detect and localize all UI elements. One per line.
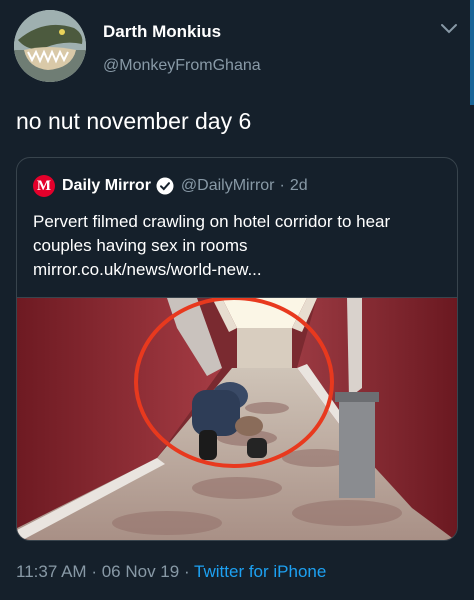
quoted-handle[interactable]: @DailyMirror <box>181 177 275 195</box>
quoted-tweet-text: Pervert filmed crawling on hotel corrido… <box>33 210 445 282</box>
tweet-time[interactable]: 11:37 AM <box>16 562 87 581</box>
verified-badge-icon <box>156 177 174 195</box>
separator-dot: · <box>91 562 97 581</box>
avatar[interactable] <box>14 10 86 82</box>
separator-dot: · <box>183 562 190 581</box>
display-name[interactable]: Darth Monkius <box>103 22 221 42</box>
tweet-header: Darth Monkius @MonkeyFromGhana <box>0 0 474 105</box>
quoted-timestamp[interactable]: 2d <box>290 177 308 195</box>
chevron-down-icon[interactable] <box>440 22 458 36</box>
quoted-tweet-header: M Daily Mirror @DailyMirror · 2d <box>33 174 308 198</box>
hotel-corridor-photo <box>17 296 457 540</box>
quoted-link[interactable]: mirror.co.uk/news/world-new... <box>33 258 445 282</box>
tweet-text: no nut november day 6 <box>16 108 252 134</box>
quoted-tweet[interactable]: M Daily Mirror @DailyMirror · 2d Pervert… <box>16 157 458 541</box>
tweet-date[interactable]: 06 Nov 19 <box>102 562 180 581</box>
tweet-source-link[interactable]: Twitter for iPhone <box>194 562 326 581</box>
quoted-media-image[interactable] <box>17 296 457 540</box>
user-handle[interactable]: @MonkeyFromGhana <box>103 57 261 75</box>
scrollbar[interactable] <box>470 0 474 105</box>
daily-mirror-logo[interactable]: M <box>33 175 55 197</box>
quoted-text: Pervert filmed crawling on hotel corrido… <box>33 212 391 255</box>
separator-dot: · <box>279 177 285 194</box>
avatar-image <box>14 10 86 82</box>
tweet-footer: 11:37 AM · 06 Nov 19 · Twitter for iPhon… <box>16 562 326 582</box>
quoted-display-name[interactable]: Daily Mirror <box>62 177 151 195</box>
logo-letter: M <box>36 177 52 194</box>
